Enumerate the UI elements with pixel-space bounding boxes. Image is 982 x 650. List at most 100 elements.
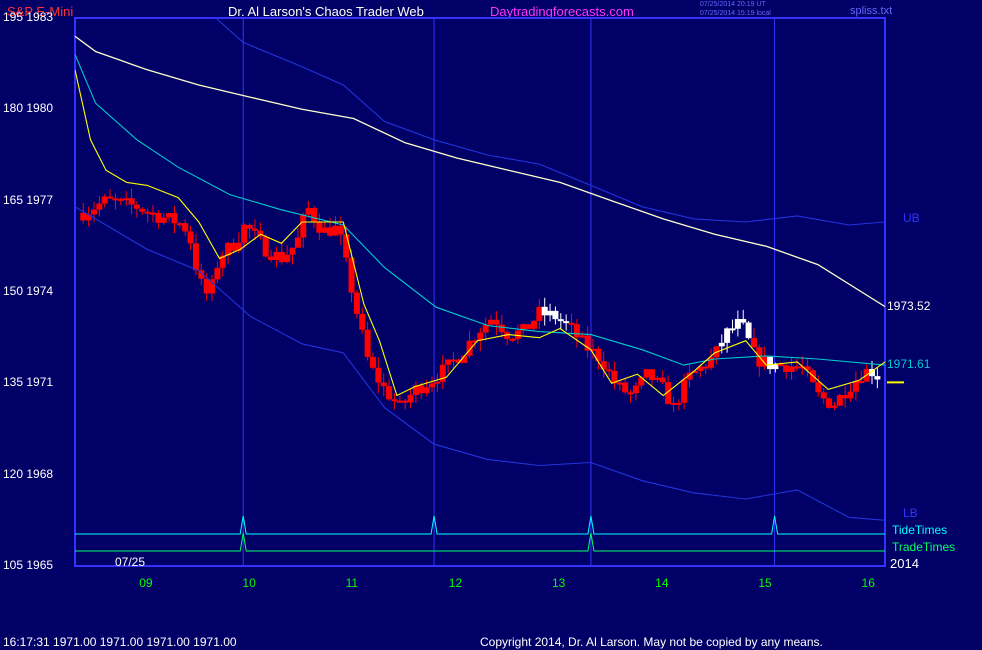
price-bar [745,322,752,339]
price-bar [391,399,398,402]
price-bar [541,306,548,316]
copyright-notice: Copyright 2014, Dr. Al Larson. May not b… [480,635,823,649]
price-bar [788,366,795,373]
price-bar [300,214,307,238]
price-bar [402,400,409,403]
date-label: 07/25 [115,555,146,569]
price-bar [627,392,634,395]
price-bar [729,328,736,331]
price-bar [187,231,194,244]
price-bar [423,387,430,394]
price-bar [380,382,387,387]
price-bar [858,380,865,383]
price-bar [246,224,253,229]
right-price-label: 1971.61 [887,356,931,371]
price-bar [209,279,216,294]
price-bar [579,335,586,338]
price-bar [509,338,516,341]
price-bar [514,330,521,339]
price-bar [842,394,849,399]
price-bar [777,364,784,367]
price-bar [488,319,495,325]
price-bar [820,392,827,399]
price-bar [643,369,650,378]
price-bar [278,251,285,263]
price-bar [203,278,210,294]
price-bar [852,380,859,392]
status-readout: 16:17:31 1971.00 1971.00 1971.00 1971.00 [3,635,237,649]
price-bar [80,212,87,221]
price-bar [702,366,709,369]
price-bar [445,359,452,365]
trade-times-label: TradeTimes [892,540,956,554]
price-bar [251,228,258,231]
price-bar [96,203,103,210]
price-bar [632,385,639,394]
price-bar [606,369,613,372]
price-bar [166,213,173,218]
price-bars [80,188,881,413]
price-bar [767,356,774,370]
price-bar [740,318,747,323]
price-bar [418,385,425,394]
price-bar [654,377,661,381]
price-bar [107,196,114,199]
price-chart [74,17,904,567]
mid-average-line [75,54,885,366]
price-bar [815,382,822,393]
price-bar [874,376,881,380]
year-label: 2014 [890,556,919,571]
price-bar [273,251,280,261]
plot-border [74,17,886,567]
price-bar [321,227,328,233]
price-bar [150,212,157,215]
price-bar [214,267,221,280]
price-bar [112,198,119,201]
trade-times-line [75,532,885,552]
price-bar [310,208,317,222]
plot-frame [74,17,904,567]
price-bar [547,310,554,316]
price-bar [557,319,564,322]
price-bar [364,329,371,357]
upper-band-line [215,18,885,226]
price-bar [316,221,323,233]
timing-lines [75,515,885,552]
price-bar [262,236,269,257]
price-bar [133,204,140,209]
right-price-label: UB [903,210,920,225]
price-bar [343,234,350,258]
price-bar [90,209,97,215]
price-bar [675,402,682,405]
price-bar [681,379,688,403]
price-bar [530,320,537,329]
price-bar [429,383,436,388]
price-bar [117,198,124,201]
price-bar [836,394,843,406]
price-bar [552,310,559,320]
price-bar [525,324,532,329]
price-bar [622,382,629,393]
price-bar [616,382,623,385]
price-bar [536,306,543,321]
tide-times-label: TideTimes [892,523,948,537]
price-bar [305,208,312,215]
right-price-label: LB [903,506,918,521]
price-bar [155,213,162,223]
price-bar [176,223,183,226]
price-bar [289,247,296,255]
price-bar [750,338,757,348]
price-bar [847,391,854,399]
price-bar [734,318,741,329]
price-bar [649,369,656,381]
price-bar [144,211,151,214]
price-bar [793,366,800,369]
price-bar [139,208,146,212]
price-bar [353,292,360,314]
price-bar [241,224,248,243]
price-bar [670,402,677,405]
price-bar [332,225,339,236]
price-bar [230,242,237,251]
price-bar [268,256,275,261]
right-price-label: 1973.52 [887,298,931,313]
